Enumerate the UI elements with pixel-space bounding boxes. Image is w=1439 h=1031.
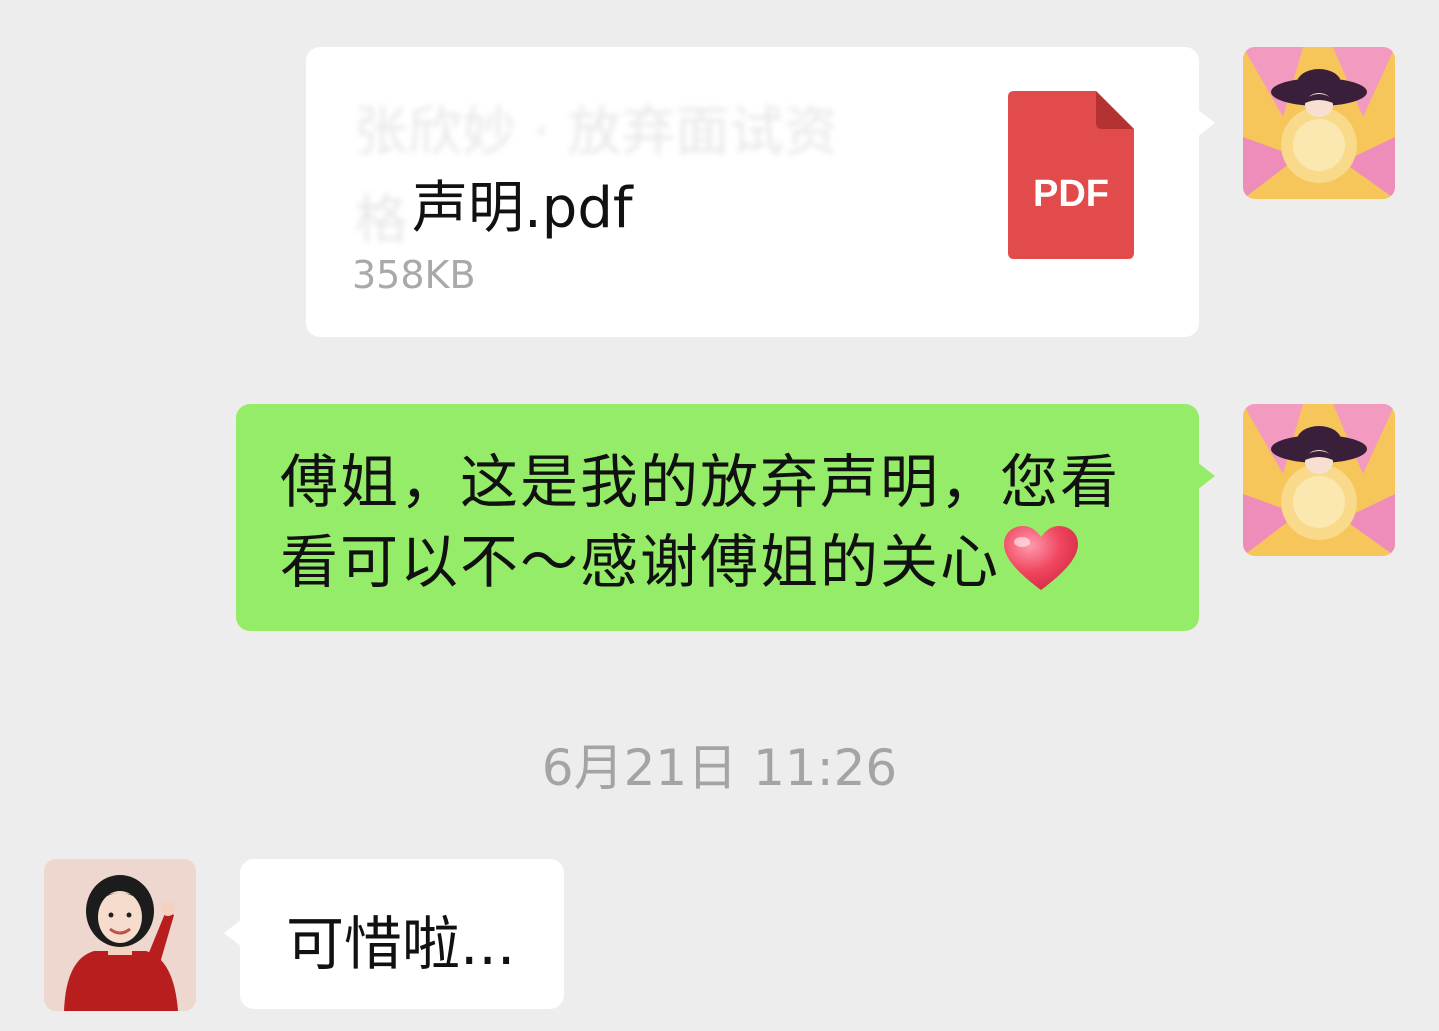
- heart-emoji-icon: [1004, 526, 1079, 590]
- message-text: 傅姐，这是我的放弃声明，您看 看可以不～感谢傅姐的关心: [280, 442, 1159, 602]
- sent-text-bubble[interactable]: 傅姐，这是我的放弃声明，您看 看可以不～感谢傅姐的关心: [236, 404, 1215, 631]
- message-text: 可惜啦...: [286, 910, 516, 978]
- my-avatar[interactable]: [1243, 404, 1395, 556]
- file-message-bubble[interactable]: 张欣妙 · 放弃面试资 格 声明.pdf 358KB PDF: [306, 47, 1215, 337]
- received-text-bubble[interactable]: 可惜啦...: [224, 859, 564, 1009]
- file-name-blurred: 张欣妙 · 放弃面试资: [354, 100, 838, 163]
- message-timestamp: 6月21日 11:26: [541, 739, 898, 797]
- illustrated-woman-avatar-icon: [1243, 404, 1395, 556]
- illustrated-woman-avatar-icon: [1243, 47, 1395, 199]
- my-avatar[interactable]: [1243, 47, 1395, 199]
- file-name: 声明.pdf: [412, 176, 633, 241]
- bubble-tail: [1197, 109, 1215, 137]
- pdf-icon-label: PDF: [1033, 173, 1109, 215]
- message-line: 傅姐，这是我的放弃声明，您看: [280, 448, 1121, 516]
- bubble-tail: [224, 919, 242, 947]
- file-name-blurred-prefix: 格: [354, 188, 408, 251]
- message-line-with-emoji: 看可以不～感谢傅姐的关心: [280, 522, 1159, 602]
- chat-window: 张欣妙 · 放弃面试资 格 声明.pdf 358KB PDF 傅姐，这是我的放弃…: [0, 0, 1439, 1031]
- message-line: 看可以不～感谢傅姐的关心: [280, 528, 1001, 596]
- pdf-file-icon: PDF: [1008, 91, 1134, 259]
- woman-red-sweater-avatar-icon: [44, 859, 196, 1011]
- bubble-tail: [1197, 462, 1215, 490]
- file-size: 358KB: [352, 253, 476, 297]
- contact-avatar[interactable]: [44, 859, 196, 1011]
